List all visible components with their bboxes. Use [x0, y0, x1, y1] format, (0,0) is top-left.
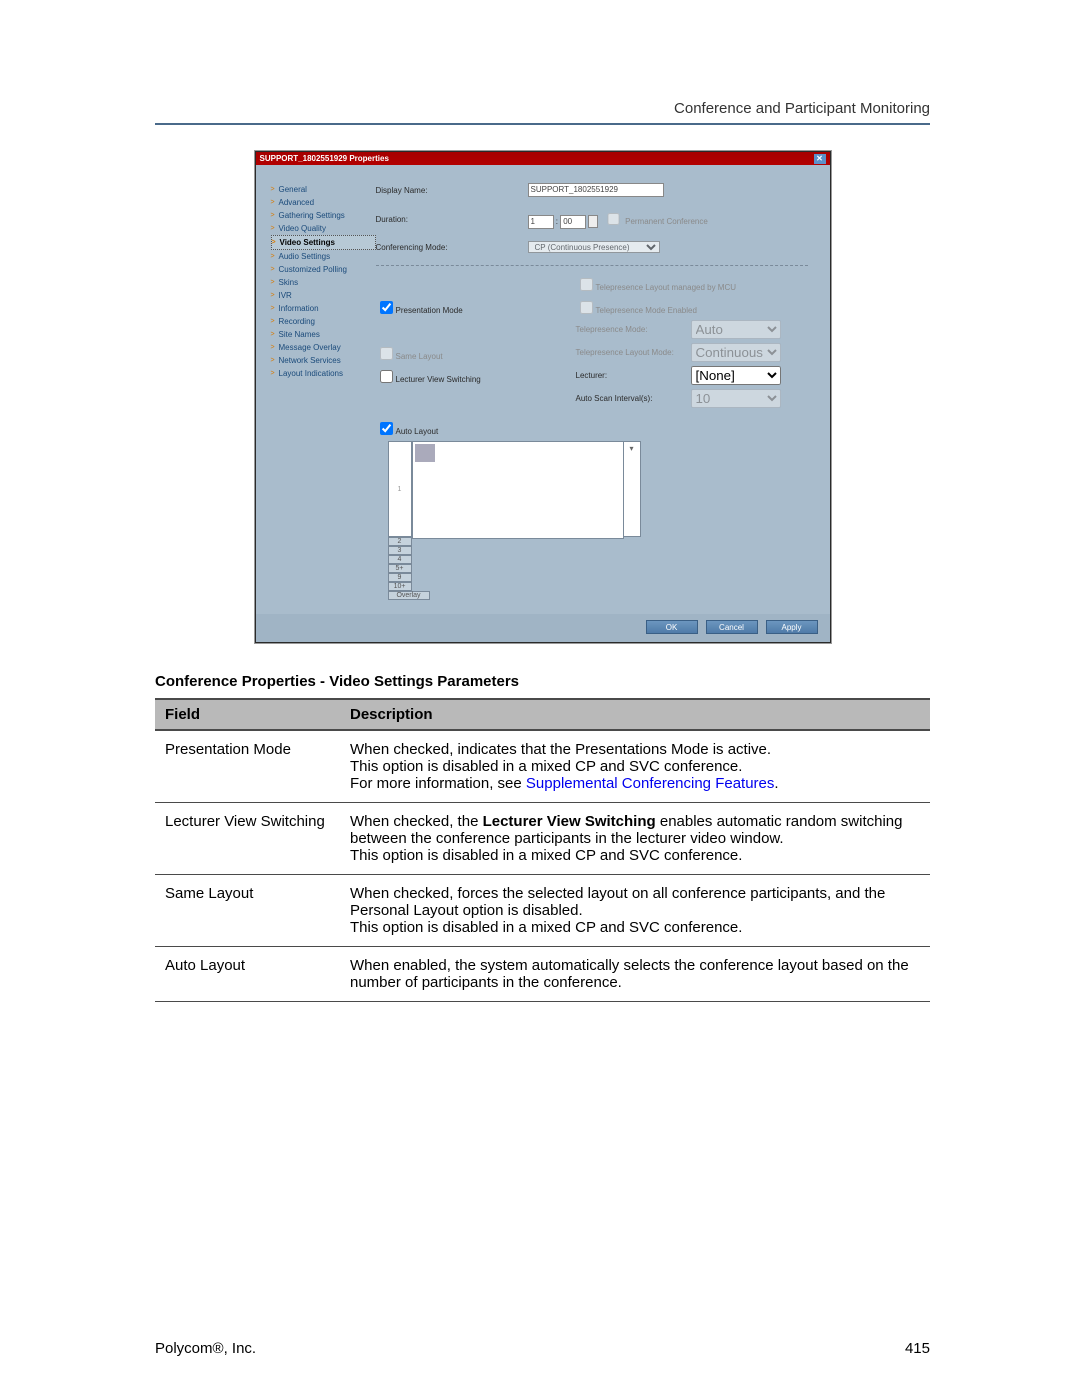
layout-tab-3[interactable]: 3	[388, 546, 412, 555]
chevron-down-icon[interactable]: ▾	[629, 444, 633, 453]
spinner-icon[interactable]	[588, 215, 598, 228]
auto-layout-checkbox[interactable]	[380, 422, 393, 435]
layout-preview	[412, 441, 624, 539]
sidebar-item-gathering[interactable]: Gathering Settings	[271, 209, 376, 222]
tele-managed-label: Telepresence Layout managed by MCU	[596, 283, 737, 292]
layout-tab-2[interactable]: 2	[388, 537, 412, 546]
row-lecturer-desc: When checked, the Lecturer View Switchin…	[340, 803, 930, 875]
window-title: SUPPORT_1802551929 Properties	[260, 152, 389, 165]
table-title: Conference Properties - Video Settings P…	[155, 673, 930, 690]
header-rule	[155, 123, 930, 125]
footer-left: Polycom®, Inc.	[155, 1340, 256, 1357]
lecturer-switch-checkbox[interactable]	[380, 370, 393, 383]
sidebar-item-information[interactable]: Information	[271, 302, 376, 315]
conferencing-mode-label: Conferencing Mode:	[376, 243, 528, 252]
col-field: Field	[155, 699, 340, 730]
page-header: Conference and Participant Monitoring	[155, 100, 930, 117]
row-lecturer-field: Lecturer View Switching	[155, 803, 340, 875]
layout-tab-9[interactable]: 9	[388, 573, 412, 582]
sidebar-item-recording[interactable]: Recording	[271, 315, 376, 328]
lecturer-label: Lecturer:	[576, 371, 691, 380]
duration-minutes-input[interactable]	[560, 215, 586, 229]
tele-enabled-checkbox	[580, 301, 593, 314]
apply-button[interactable]: Apply	[766, 620, 818, 634]
sidebar-item-audio[interactable]: Audio Settings	[271, 250, 376, 263]
row-auto-layout-field: Auto Layout	[155, 947, 340, 1002]
layout-tab-5plus[interactable]: 5+	[388, 564, 412, 573]
row-same-layout-desc: When checked, forces the selected layout…	[340, 875, 930, 947]
duration-hours-input[interactable]	[528, 215, 554, 229]
close-icon[interactable]: ✕	[814, 154, 826, 164]
sidebar-item-message-overlay[interactable]: Message Overlay	[271, 341, 376, 354]
tele-enabled-label: Telepresence Mode Enabled	[596, 306, 697, 315]
layout-tab-4[interactable]: 4	[388, 555, 412, 564]
auto-layout-label: Auto Layout	[396, 427, 439, 436]
ok-button[interactable]: OK	[646, 620, 698, 634]
sidebar-item-layout-indications[interactable]: Layout Indications	[271, 367, 376, 380]
layout-tab-overlay[interactable]: Overlay	[388, 591, 430, 600]
duration-label: Duration:	[376, 215, 528, 224]
titlebar: SUPPORT_1802551929 Properties ✕	[256, 152, 830, 165]
auto-scan-label: Auto Scan Interval(s):	[576, 394, 691, 403]
permanent-label: Permanent Conference	[625, 217, 708, 226]
sidebar: General Advanced Gathering Settings Vide…	[256, 165, 376, 614]
layout-thumb[interactable]	[415, 444, 435, 462]
tele-layout-mode-label: Telepresence Layout Mode:	[576, 348, 691, 357]
layout-tab-10plus[interactable]: 10+	[388, 582, 412, 591]
lecturer-switch-label: Lecturer View Switching	[396, 375, 481, 384]
sidebar-item-skins[interactable]: Skins	[271, 276, 376, 289]
supplemental-link[interactable]: Supplemental Conferencing Features	[526, 775, 774, 792]
divider	[376, 265, 808, 266]
table-row: Auto Layout When enabled, the system aut…	[155, 947, 930, 1002]
lecturer-select[interactable]: [None]	[691, 366, 781, 385]
table-row: Lecturer View Switching When checked, th…	[155, 803, 930, 875]
sidebar-item-advanced[interactable]: Advanced	[271, 196, 376, 209]
tele-mode-select: Auto	[691, 320, 781, 339]
sidebar-item-general[interactable]: General	[271, 183, 376, 196]
duration-field: : Permanent Conference	[528, 209, 708, 229]
properties-dialog: SUPPORT_1802551929 Properties ✕ General …	[255, 151, 831, 643]
row-presentation-field: Presentation Mode	[155, 730, 340, 803]
presentation-mode-label: Presentation Mode	[396, 306, 463, 315]
row-auto-layout-desc: When enabled, the system automatically s…	[340, 947, 930, 1002]
tele-mode-label: Telepresence Mode:	[576, 325, 691, 334]
layout-dropdown-col: ▾	[624, 441, 641, 537]
sidebar-item-ivr[interactable]: IVR	[271, 289, 376, 302]
tele-layout-mode-select: Continuous Presence (MU	[691, 343, 781, 362]
footer: Polycom®, Inc. 415	[155, 1340, 930, 1357]
sidebar-item-customized-polling[interactable]: Customized Polling	[271, 263, 376, 276]
presentation-mode-checkbox[interactable]	[380, 301, 393, 314]
same-layout-label: Same Layout	[396, 352, 443, 361]
row-presentation-desc: When checked, indicates that the Present…	[340, 730, 930, 803]
table-row: Presentation Mode When checked, indicate…	[155, 730, 930, 803]
display-name-input[interactable]	[528, 183, 664, 197]
conferencing-mode-select: CP (Continuous Presence)	[528, 241, 660, 253]
col-description: Description	[340, 699, 930, 730]
auto-scan-select: 10	[691, 389, 781, 408]
params-table: Field Description Presentation Mode When…	[155, 698, 930, 1002]
table-row: Same Layout When checked, forces the sel…	[155, 875, 930, 947]
footer-page: 415	[905, 1340, 930, 1357]
sidebar-item-video-settings[interactable]: Video Settings	[271, 235, 376, 250]
dialog-buttons: OK Cancel Apply	[256, 614, 830, 642]
sidebar-item-site-names[interactable]: Site Names	[271, 328, 376, 341]
permanent-checkbox	[607, 213, 620, 225]
cancel-button[interactable]: Cancel	[706, 620, 758, 634]
row-same-layout-field: Same Layout	[155, 875, 340, 947]
layout-selector: 1 ▾ 2 3 4 5+ 9	[388, 441, 816, 600]
display-name-label: Display Name:	[376, 186, 528, 195]
tele-managed-checkbox	[580, 278, 593, 291]
sidebar-item-network-services[interactable]: Network Services	[271, 354, 376, 367]
same-layout-checkbox	[380, 347, 393, 360]
layout-tab-1[interactable]: 1	[388, 441, 412, 537]
sidebar-item-video-quality[interactable]: Video Quality	[271, 222, 376, 235]
